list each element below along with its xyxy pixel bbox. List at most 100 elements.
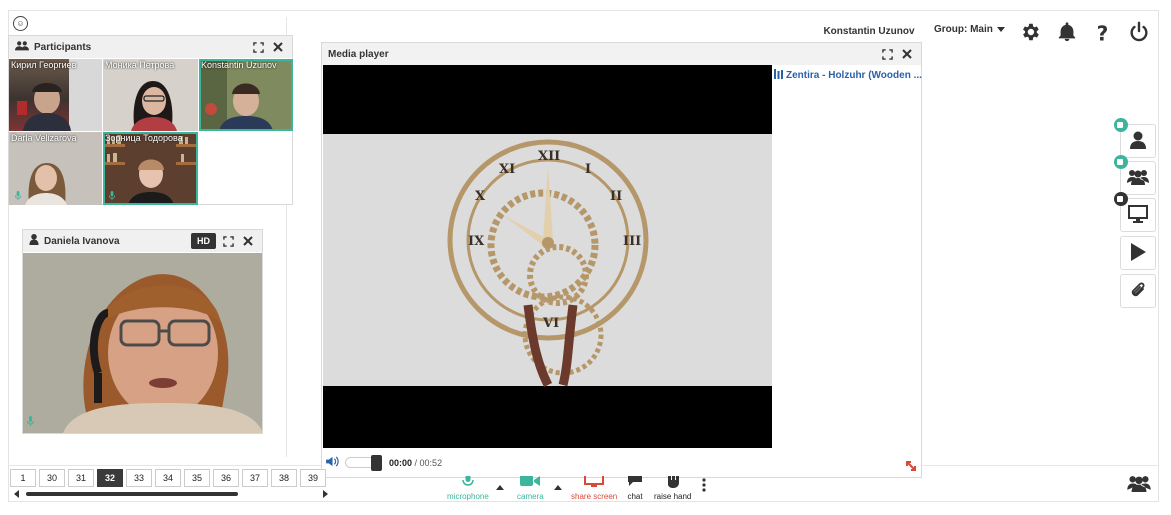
hd-toggle-button[interactable]: HD: [191, 233, 216, 249]
svg-text:IX: IX: [468, 234, 485, 249]
svg-text:VI: VI: [542, 316, 559, 331]
media-player-header[interactable]: Media player: [322, 43, 921, 65]
bell-icon[interactable]: [1056, 21, 1078, 43]
svg-text:III: III: [623, 234, 641, 249]
camera-button[interactable]: camera: [517, 474, 544, 501]
media-video[interactable]: XII III VI IX I II XI X: [323, 65, 772, 448]
page-pager: 1 30 31 32 33 34 35 36 37 38 39: [10, 469, 326, 487]
participants-title: Participants: [34, 41, 92, 53]
svg-text:I: I: [585, 162, 591, 177]
chevron-down-icon: [996, 27, 1005, 32]
user-icon: [1130, 131, 1146, 152]
raise-hand-label: raise hand: [654, 492, 692, 501]
group-label: Group: Main: [934, 24, 993, 35]
time-separator: /: [412, 457, 420, 468]
question-icon[interactable]: ?: [1092, 21, 1114, 45]
svg-text:X: X: [475, 189, 486, 204]
page-button[interactable]: 34: [155, 469, 181, 487]
time-total: 00:52: [419, 457, 443, 468]
page-button[interactable]: 33: [126, 469, 152, 487]
camera-options-caret[interactable]: [554, 481, 562, 493]
users-icon: [15, 40, 29, 54]
participant-tile[interactable]: Konstantin Uzunov: [199, 59, 293, 131]
page-button[interactable]: 38: [271, 469, 297, 487]
share-screen-label: share screen: [571, 492, 618, 501]
media-player-title: Media player: [328, 48, 389, 60]
speaker-window: Daniela Ivanova HD: [22, 229, 263, 434]
camera-label: camera: [517, 492, 544, 501]
svg-text:II: II: [610, 189, 622, 204]
playlist-item-title: Zentira - Holzuhr (Wooden ...: [786, 70, 922, 81]
page-button[interactable]: 31: [68, 469, 94, 487]
more-options-icon[interactable]: [702, 478, 706, 495]
svg-text:XII: XII: [538, 149, 560, 164]
microphone-icon: [108, 191, 116, 203]
participants-header[interactable]: Participants: [9, 36, 292, 58]
video-frame: XIIIIIVIIX IIIXIX: [323, 65, 772, 448]
page-button[interactable]: 1: [10, 469, 36, 487]
raise-hand-button[interactable]: raise hand: [654, 471, 692, 501]
side-play-button[interactable]: [1120, 236, 1156, 270]
volume-slider-handle[interactable]: [371, 455, 382, 471]
speaker-header[interactable]: Daniela Ivanova HD: [23, 230, 262, 252]
participant-name: Konstantin Uzunov: [201, 60, 277, 70]
media-player-window: Media player XII III VI IX I II XI X Zen…: [321, 42, 922, 478]
participant-tile[interactable]: Кирил Георгиев: [9, 59, 102, 131]
chat-label: chat: [627, 492, 643, 501]
close-icon[interactable]: [899, 46, 915, 62]
close-icon[interactable]: [270, 39, 286, 55]
microphone-icon: [14, 191, 22, 203]
group-select[interactable]: Group: Main: [934, 24, 1005, 35]
side-screen-button[interactable]: [1114, 192, 1156, 232]
users-icon: [1127, 169, 1149, 188]
fullscreen-icon[interactable]: [220, 233, 236, 249]
page-button[interactable]: 30: [39, 469, 65, 487]
gear-icon[interactable]: [1019, 21, 1041, 43]
share-screen-button[interactable]: share screen: [571, 472, 618, 501]
page-button[interactable]: 35: [184, 469, 210, 487]
horizontal-scrollbar[interactable]: [14, 489, 328, 499]
chat-icon: [626, 473, 644, 490]
camera-icon: [519, 474, 541, 490]
power-icon[interactable]: [1128, 21, 1150, 43]
playlist-item[interactable]: Zentira - Holzuhr (Wooden ...: [774, 69, 922, 82]
participant-name: Зорница Тодорова: [105, 133, 183, 143]
video-badge-icon: [1114, 155, 1128, 169]
resize-arrow-icon[interactable]: [905, 460, 917, 475]
speaker-name: Daniela Ivanova: [44, 235, 120, 247]
users-icon[interactable]: [1127, 475, 1151, 495]
participant-tile[interactable]: Моника Петрова: [103, 59, 198, 131]
user-icon: [29, 234, 39, 248]
close-icon[interactable]: [240, 233, 256, 249]
fullscreen-icon[interactable]: [250, 39, 266, 55]
video-badge-icon: [1114, 118, 1128, 132]
microphone-options-caret[interactable]: [496, 481, 504, 493]
svg-text:?: ?: [1097, 21, 1109, 43]
media-controls: 00:00 / 00:52: [326, 455, 443, 471]
monitor-icon: [1128, 204, 1148, 226]
side-group-button[interactable]: [1114, 155, 1156, 195]
side-attach-button[interactable]: [1120, 274, 1156, 308]
playlist-bars-icon: [774, 69, 783, 82]
participant-tile[interactable]: Darla Velizarova: [9, 132, 102, 205]
page-button[interactable]: 32: [97, 469, 123, 487]
fullscreen-icon[interactable]: [879, 46, 895, 62]
current-user-name: Konstantin Uzunov: [818, 20, 920, 42]
logo-icon: ☺: [13, 16, 28, 31]
page-button[interactable]: 36: [213, 469, 239, 487]
participant-name: Кирил Георгиев: [11, 60, 77, 70]
volume-slider[interactable]: [345, 455, 382, 471]
volume-icon[interactable]: [326, 456, 339, 469]
speaker-video-frame: [23, 253, 262, 433]
microphone-button[interactable]: microphone: [447, 472, 489, 501]
page-button[interactable]: 39: [300, 469, 326, 487]
participant-tile[interactable]: Зорница Тодорова: [103, 132, 198, 205]
side-user-button[interactable]: [1114, 118, 1156, 158]
microphone-label: microphone: [447, 492, 489, 501]
chat-button[interactable]: chat: [626, 473, 644, 501]
page-button[interactable]: 37: [242, 469, 268, 487]
participant-name: Darla Velizarova: [11, 133, 77, 143]
time-current: 00:00: [389, 457, 413, 468]
svg-text:XI: XI: [499, 162, 515, 177]
participant-name: Моника Петрова: [105, 60, 175, 70]
